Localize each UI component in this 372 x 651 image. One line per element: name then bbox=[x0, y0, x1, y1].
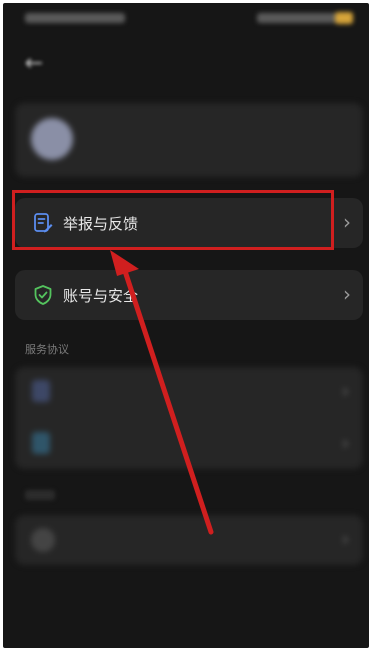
chevron-right-icon: › bbox=[343, 210, 351, 234]
back-arrow-icon[interactable]: ← bbox=[21, 51, 47, 77]
privacy-icon bbox=[32, 432, 50, 454]
highlight-box bbox=[12, 190, 334, 250]
shield-check-icon bbox=[32, 284, 54, 306]
status-bar bbox=[3, 3, 369, 37]
account-security-label: 账号与安全 bbox=[63, 287, 139, 305]
chevron-right-icon: › bbox=[341, 433, 349, 454]
other-section-heading bbox=[25, 490, 55, 500]
agreements-card: › › bbox=[15, 367, 363, 469]
profile-card[interactable] bbox=[15, 103, 363, 177]
chevron-right-icon: › bbox=[341, 381, 349, 402]
agreement-item[interactable]: › bbox=[15, 367, 363, 417]
app-screen: ← 举报与反馈 › 账号与安全 › 服务协议 › › › bbox=[3, 3, 369, 648]
nav-bar: ← bbox=[3, 43, 369, 87]
status-time bbox=[25, 13, 125, 23]
settings-circle-icon bbox=[31, 528, 55, 552]
status-indicators bbox=[257, 13, 347, 23]
chevron-right-icon: › bbox=[343, 282, 351, 306]
other-settings-item[interactable]: › bbox=[15, 515, 363, 565]
document-icon bbox=[32, 380, 50, 402]
chevron-right-icon: › bbox=[341, 529, 349, 550]
service-agreement-heading: 服务协议 bbox=[25, 343, 69, 356]
account-security-item[interactable]: 账号与安全 › bbox=[15, 270, 363, 320]
agreement-item[interactable]: › bbox=[15, 419, 363, 469]
avatar bbox=[31, 118, 73, 160]
battery-icon bbox=[335, 12, 353, 24]
